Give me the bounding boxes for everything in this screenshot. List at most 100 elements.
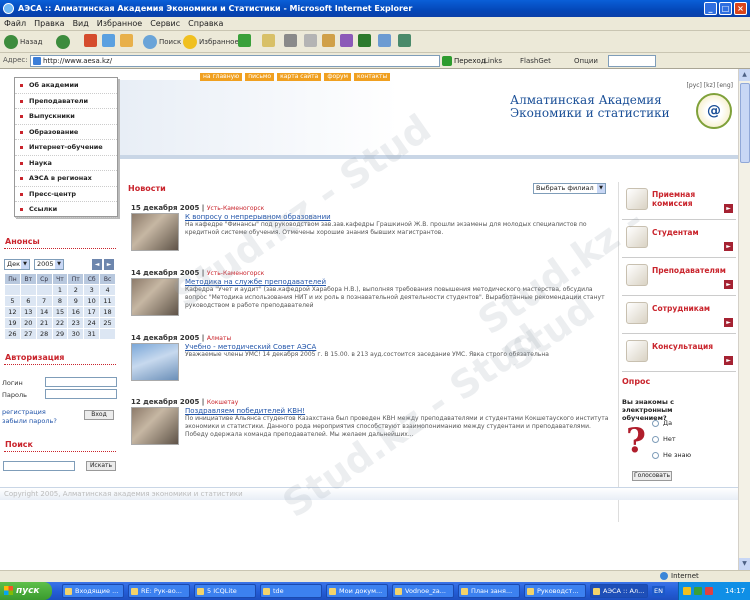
nav-sitemap[interactable]: карта сайта	[277, 73, 322, 81]
site-search-button[interactable]: Искать	[86, 461, 116, 471]
close-button[interactable]: ×	[734, 2, 747, 15]
flashget-button[interactable]: FlashGet	[520, 55, 551, 67]
minimize-button[interactable]: _	[704, 2, 717, 15]
maximize-button[interactable]: □	[719, 2, 732, 15]
vote-button[interactable]: Голосовать	[632, 471, 672, 481]
left-nav-item[interactable]: АЭСА в регионах	[15, 171, 117, 187]
day-cell[interactable]: 23	[67, 317, 85, 329]
login-input[interactable]	[45, 377, 117, 387]
day-cell[interactable]: 4	[99, 284, 116, 296]
site-search-input[interactable]	[3, 461, 75, 471]
next-month-button[interactable]: ►	[104, 259, 114, 270]
taskbar-item[interactable]: Руководст...	[524, 584, 586, 598]
taskbar-item[interactable]: 5 ICQLite	[194, 584, 256, 598]
options-button[interactable]: Опции	[574, 55, 598, 67]
left-nav-item[interactable]: Ссылки	[15, 202, 117, 218]
discuss-icon[interactable]	[322, 34, 335, 47]
day-cell[interactable]: 16	[67, 306, 85, 318]
left-nav-item[interactable]: Пресс-центр	[15, 187, 117, 202]
day-cell[interactable]: 7	[35, 295, 53, 307]
mail-icon[interactable]	[262, 34, 275, 47]
news-title-link[interactable]: Учебно - методический Совет АЭСА	[185, 343, 316, 351]
links-label[interactable]: Links	[484, 55, 502, 67]
day-cell[interactable]: 12	[4, 306, 21, 318]
day-cell[interactable]: 30	[67, 328, 85, 340]
day-cell[interactable]: 27	[19, 328, 37, 340]
scroll-up-icon[interactable]: ▲	[739, 69, 750, 81]
toolbar-search-input[interactable]	[608, 55, 656, 67]
day-cell[interactable]: 15	[51, 306, 69, 318]
favorites-button[interactable]: Избранное	[183, 34, 239, 50]
students-button[interactable]: Студентам ►	[622, 220, 736, 258]
nav-mail[interactable]: письмо	[245, 73, 275, 81]
tray-icon[interactable]	[705, 587, 713, 595]
search-button[interactable]: Поиск	[143, 34, 181, 50]
menu-tools[interactable]: Сервис	[146, 17, 184, 31]
edit-icon[interactable]	[304, 34, 317, 47]
branch-select[interactable]: Выбрать филиал ▼	[533, 183, 606, 194]
forgot-password-link[interactable]: забыли пароль?	[2, 417, 57, 425]
scroll-down-icon[interactable]: ▼	[739, 558, 750, 570]
nav-forum[interactable]: форум	[324, 73, 352, 81]
taskbar-item[interactable]: Входящие ...	[62, 584, 124, 598]
day-cell[interactable]: 24	[83, 317, 101, 329]
day-cell[interactable]: 21	[35, 317, 53, 329]
news-photo[interactable]	[131, 213, 179, 251]
year-select[interactable]: 2005 ▼	[34, 259, 64, 270]
menu-view[interactable]: Вид	[69, 17, 93, 31]
back-button[interactable]: Назад	[4, 34, 42, 50]
icq-icon[interactable]	[378, 34, 391, 47]
day-cell[interactable]: 2	[67, 284, 85, 296]
day-cell[interactable]: 14	[35, 306, 53, 318]
password-input[interactable]	[45, 389, 117, 399]
nav-contacts[interactable]: контакты	[354, 73, 391, 81]
page-scrollbar[interactable]: ▲ ▼	[738, 69, 750, 570]
news-photo[interactable]	[131, 407, 179, 445]
taskbar-item[interactable]: План заня...	[458, 584, 520, 598]
scroll-thumb[interactable]	[740, 83, 750, 163]
tray-icon[interactable]	[683, 587, 691, 595]
staff-button[interactable]: Сотрудникам ►	[622, 296, 736, 334]
nav-home[interactable]: на главную	[200, 73, 243, 81]
taskbar-item[interactable]: RE: Рук-во...	[128, 584, 190, 598]
day-cell[interactable]: 22	[51, 317, 69, 329]
day-cell[interactable]: 8	[51, 295, 69, 307]
news-title-link[interactable]: К вопросу о непрерывном образовании	[185, 213, 331, 221]
day-cell[interactable]: 26	[4, 328, 21, 340]
left-nav-item[interactable]: Преподаватели	[15, 94, 117, 109]
day-cell[interactable]: 29	[51, 328, 69, 340]
taskbar-item-active[interactable]: АЭСА :: Ал...	[590, 584, 648, 598]
register-link[interactable]: регистрация	[2, 408, 46, 416]
print-icon[interactable]	[284, 34, 297, 47]
day-cell[interactable]: 18	[99, 306, 116, 318]
poll-option-yes[interactable]: Да	[652, 419, 672, 427]
day-cell[interactable]: 6	[19, 295, 37, 307]
menu-favorites[interactable]: Избранное	[93, 17, 146, 31]
news-title-link[interactable]: Методика на службе преподавателей	[185, 278, 326, 286]
menu-file[interactable]: Файл	[0, 17, 30, 31]
day-cell[interactable]: 19	[4, 317, 21, 329]
language-switch[interactable]: [рус] [kz] [eng]	[687, 82, 733, 89]
start-button[interactable]: пуск	[0, 582, 52, 600]
day-cell[interactable]: 17	[83, 306, 101, 318]
address-input[interactable]: http://www.aesa.kz/	[30, 55, 440, 67]
go-button[interactable]: Переход	[442, 55, 486, 67]
day-cell[interactable]: 1	[51, 284, 69, 296]
prev-month-button[interactable]: ◄	[92, 259, 102, 270]
day-cell[interactable]: 10	[83, 295, 101, 307]
left-nav-item[interactable]: Интернет-обучение	[15, 140, 117, 156]
day-cell[interactable]: 25	[99, 317, 116, 329]
menu-help[interactable]: Справка	[184, 17, 227, 31]
news-photo[interactable]	[131, 343, 179, 381]
left-nav-item[interactable]: Наука	[15, 156, 117, 171]
day-cell[interactable]: 28	[35, 328, 53, 340]
admissions-button[interactable]: Приемная комиссия ►	[622, 182, 736, 220]
teachers-button[interactable]: Преподавателям ►	[622, 258, 736, 296]
tray-icon[interactable]	[694, 587, 702, 595]
research-icon[interactable]	[340, 34, 353, 47]
news-photo[interactable]	[131, 278, 179, 316]
day-cell[interactable]: 31	[83, 328, 101, 340]
consultation-button[interactable]: Консультация ►	[622, 334, 736, 372]
home-icon[interactable]	[120, 34, 133, 47]
left-nav-item[interactable]: Об академии	[15, 78, 117, 94]
